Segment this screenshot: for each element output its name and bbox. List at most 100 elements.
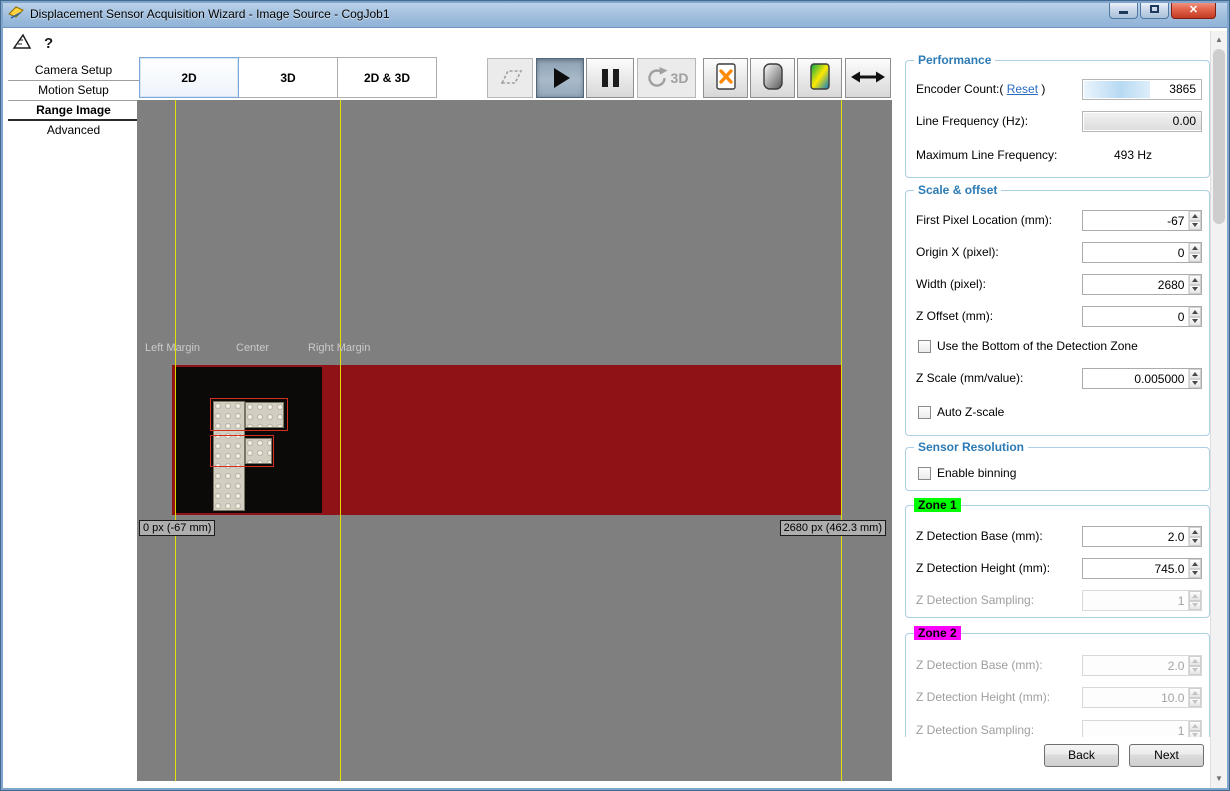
app-icon	[8, 4, 24, 23]
spin-up-icon[interactable]	[1189, 559, 1201, 569]
zone1-base-field[interactable]	[1082, 526, 1202, 547]
pause-icon	[602, 69, 619, 87]
scroll-down-icon[interactable]: ▼	[1211, 771, 1227, 787]
encoder-count-label: Encoder Count:( Reset )	[916, 79, 1045, 100]
first-pixel-location-field[interactable]	[1082, 210, 1202, 231]
refresh-3d-label: 3D	[671, 70, 689, 86]
spin-up-icon[interactable]	[1189, 243, 1201, 253]
tab-2d-and-3d[interactable]: 2D & 3D	[337, 57, 437, 98]
scroll-up-icon[interactable]: ▲	[1211, 32, 1227, 48]
first-pixel-location-spinner[interactable]	[1188, 211, 1201, 230]
next-button[interactable]: Next	[1129, 744, 1204, 767]
zone2-sampling-input	[1083, 721, 1188, 737]
spin-up-icon[interactable]	[1189, 527, 1201, 537]
refresh-3d-button[interactable]: 3D	[637, 58, 696, 98]
zone2-base-input	[1083, 656, 1188, 675]
z-scale-field[interactable]	[1082, 368, 1202, 389]
help-icon[interactable]: ?	[44, 35, 53, 52]
spin-up-icon[interactable]	[1189, 369, 1201, 379]
maximize-icon	[1150, 5, 1159, 13]
run-button[interactable]	[536, 58, 584, 98]
first-pixel-location-row: First Pixel Location (mm):	[916, 210, 1201, 231]
settings-panel: Performance Encoder Count:( Reset ) 3865…	[903, 50, 1212, 737]
z-scale-input[interactable]	[1083, 369, 1188, 388]
z-offset-field[interactable]	[1082, 306, 1202, 327]
zone2-sampling-row: Z Detection Sampling:	[916, 720, 1201, 737]
spin-up-icon	[1189, 591, 1201, 601]
grayscale-palette-button[interactable]	[750, 58, 795, 98]
center-line[interactable]	[340, 100, 341, 781]
zone2-sampling-field	[1082, 720, 1202, 737]
measurement-tool-icon[interactable]	[12, 33, 32, 54]
zone1-height-input[interactable]	[1083, 559, 1188, 578]
spin-down-icon[interactable]	[1189, 379, 1201, 389]
width-pixel-spinner[interactable]	[1188, 275, 1201, 294]
auto-z-scale-checkbox[interactable]	[918, 406, 931, 419]
spin-up-icon[interactable]	[1189, 211, 1201, 221]
zone1-base-spinner[interactable]	[1188, 527, 1201, 546]
panel-scrollbar[interactable]: ▲ ▼	[1210, 31, 1227, 788]
zone1-height-spinner[interactable]	[1188, 559, 1201, 578]
use-bottom-checkbox-row: Use the Bottom of the Detection Zone	[918, 338, 1138, 354]
spin-down-icon	[1189, 731, 1201, 738]
clear-image-icon	[714, 62, 738, 95]
spin-up-icon[interactable]	[1189, 307, 1201, 317]
close-button[interactable]: ✕	[1171, 0, 1216, 19]
z-scale-label: Z Scale (mm/value):	[916, 368, 1023, 389]
z-scale-spinner[interactable]	[1188, 369, 1201, 388]
first-pixel-location-input[interactable]	[1083, 211, 1188, 230]
color-palette-button[interactable]	[797, 58, 842, 98]
left-margin-line[interactable]	[175, 100, 176, 781]
right-margin-line[interactable]	[841, 100, 842, 781]
width-pixel-input[interactable]	[1083, 275, 1188, 294]
reset-link[interactable]: Reset	[1007, 82, 1038, 96]
wizard-steps-sidebar: Camera Setup Motion Setup Range Image Ad…	[8, 61, 139, 141]
minimize-button[interactable]	[1109, 0, 1138, 19]
sidebar-item-advanced[interactable]: Advanced	[8, 121, 139, 141]
wizard-window: Displacement Sensor Acquisition Wizard -…	[0, 0, 1230, 791]
color-palette-icon	[808, 62, 832, 95]
first-pixel-location-label: First Pixel Location (mm):	[916, 210, 1052, 231]
maximize-button[interactable]	[1140, 0, 1169, 19]
z-offset-spinner[interactable]	[1188, 307, 1201, 326]
zone1-base-input[interactable]	[1083, 527, 1188, 546]
width-pixel-field[interactable]	[1082, 274, 1202, 295]
spin-down-icon[interactable]	[1189, 221, 1201, 231]
range-image-viewer[interactable]: Left Margin Center Right Margin 0 px (-6…	[137, 100, 892, 781]
spin-down-icon[interactable]	[1189, 569, 1201, 579]
spin-up-icon[interactable]	[1189, 275, 1201, 285]
scrollbar-thumb[interactable]	[1213, 49, 1225, 224]
sidebar-item-range-image[interactable]: Range Image	[8, 101, 139, 121]
tab-2d[interactable]: 2D	[139, 57, 239, 98]
z-scale-row: Z Scale (mm/value):	[916, 368, 1201, 389]
line-frequency-label: Line Frequency (Hz):	[916, 111, 1028, 132]
zone1-height-label: Z Detection Height (mm):	[916, 558, 1050, 579]
origin-x-field[interactable]	[1082, 242, 1202, 263]
spin-down-icon[interactable]	[1189, 317, 1201, 327]
spin-down-icon[interactable]	[1189, 285, 1201, 295]
region-select-button[interactable]	[487, 58, 533, 98]
max-line-frequency-value: 493 Hz	[1114, 145, 1152, 166]
spin-down-icon[interactable]	[1189, 253, 1201, 263]
pause-button[interactable]	[586, 58, 634, 98]
refresh-3d-icon	[645, 65, 669, 92]
clear-image-button[interactable]	[703, 58, 748, 98]
range-start-label: 0 px (-67 mm)	[139, 520, 215, 536]
tab-3d[interactable]: 3D	[238, 57, 338, 98]
origin-x-input[interactable]	[1083, 243, 1188, 262]
width-pixel-label: Width (pixel):	[916, 274, 986, 295]
spin-down-icon	[1189, 601, 1201, 611]
fit-width-button[interactable]	[845, 58, 891, 98]
back-button[interactable]: Back	[1044, 744, 1119, 767]
z-offset-input[interactable]	[1083, 307, 1188, 326]
use-bottom-checkbox[interactable]	[918, 340, 931, 353]
origin-x-spinner[interactable]	[1188, 243, 1201, 262]
enable-binning-checkbox[interactable]	[918, 467, 931, 480]
spin-down-icon[interactable]	[1189, 537, 1201, 547]
line-frequency-row: Line Frequency (Hz): 0.00	[916, 111, 1201, 132]
zone1-height-field[interactable]	[1082, 558, 1202, 579]
zone1-height-row: Z Detection Height (mm):	[916, 558, 1201, 579]
title-bar[interactable]: Displacement Sensor Acquisition Wizard -…	[0, 0, 1230, 28]
sidebar-item-camera-setup[interactable]: Camera Setup	[8, 61, 139, 81]
sidebar-item-motion-setup[interactable]: Motion Setup	[8, 81, 139, 101]
